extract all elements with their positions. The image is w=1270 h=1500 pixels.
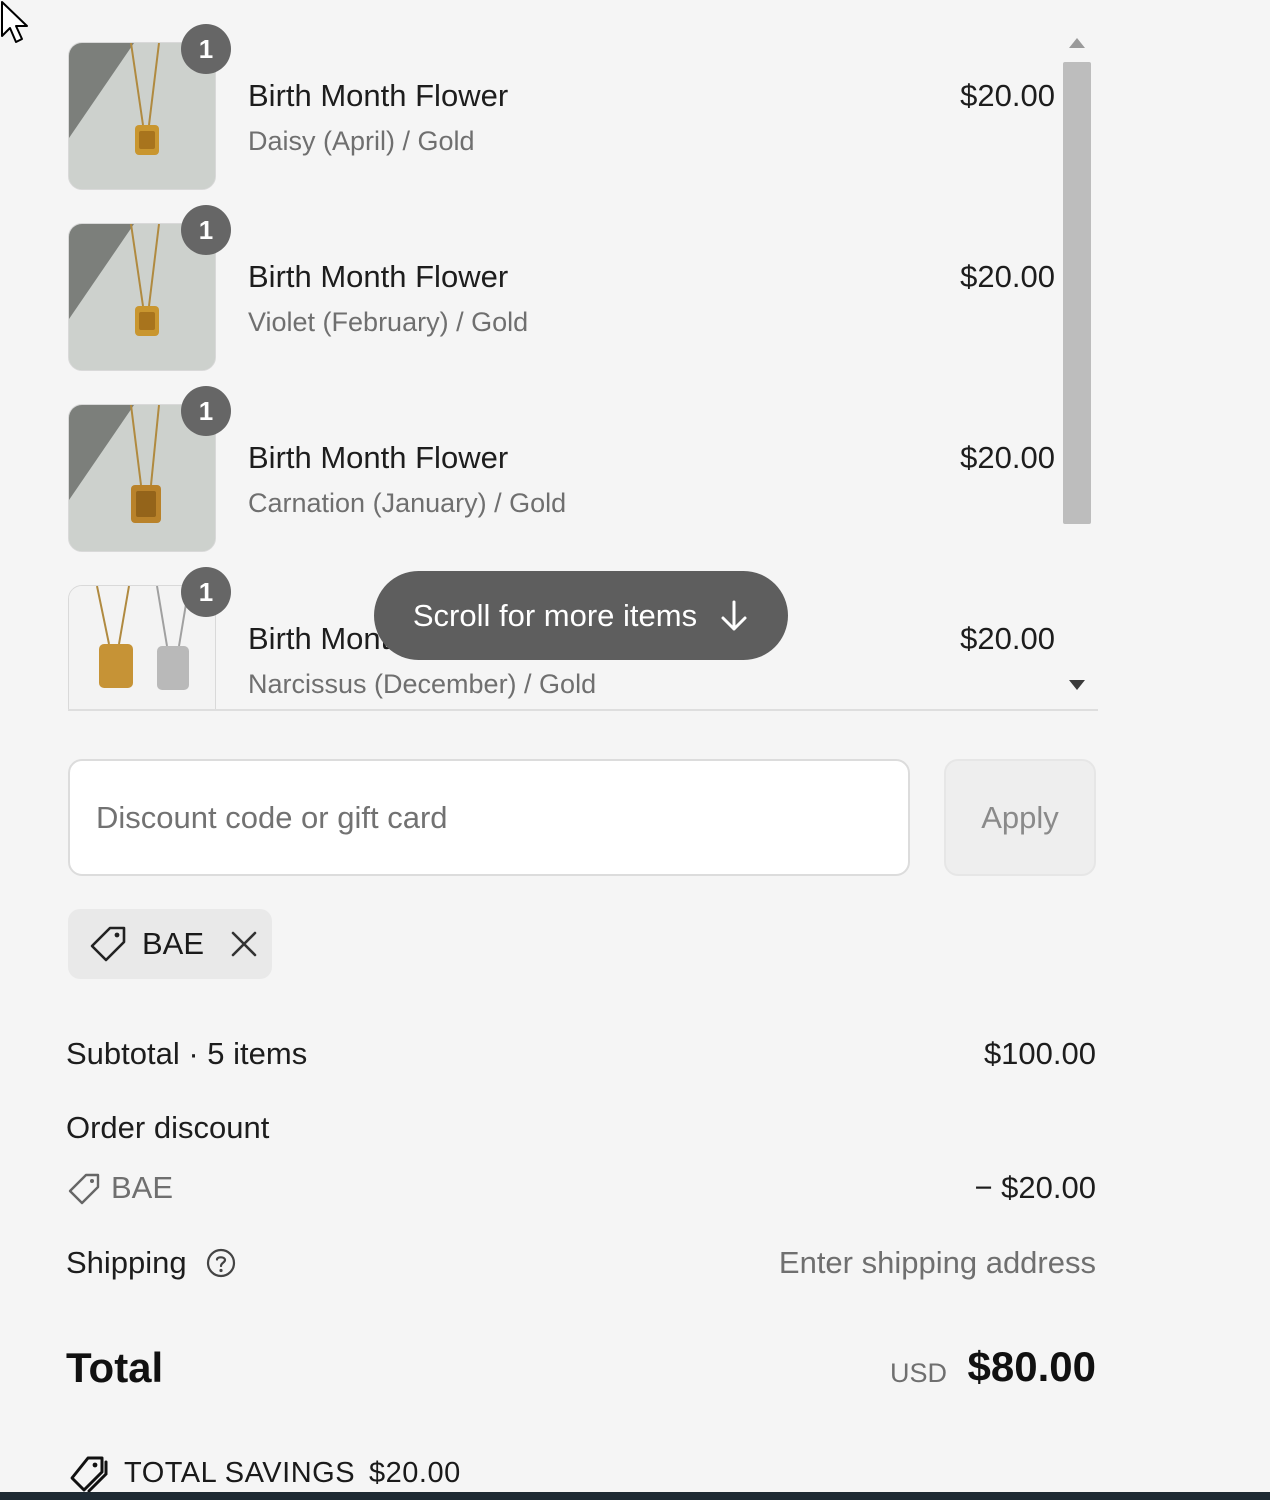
scroll-for-more-button[interactable]: Scroll for more items	[374, 571, 788, 660]
cart-item: 1 Birth Month Flower Carnation (January)…	[68, 386, 1058, 552]
savings-value: $20.00	[369, 1456, 461, 1489]
item-price: $20.00	[960, 259, 1055, 294]
item-variant: Violet (February) / Gold	[248, 307, 529, 337]
item-variant: Daisy (April) / Gold	[248, 126, 475, 156]
cart-item: 1 Birth Month Flower Violet (February) /…	[68, 205, 1058, 371]
arrow-down-icon	[721, 600, 747, 630]
close-icon[interactable]	[230, 930, 258, 958]
quantity-badge: 1	[181, 205, 231, 255]
discount-code-input[interactable]	[68, 759, 910, 876]
total-label: Total	[66, 1344, 164, 1391]
item-title: Birth Month Flower	[248, 259, 509, 294]
price-tag-icon	[68, 1173, 100, 1205]
quantity-badge: 1	[181, 567, 231, 617]
item-price: $20.00	[960, 621, 1055, 656]
quantity-badge: 1	[181, 386, 231, 436]
subtotal-value: $100.00	[983, 1036, 1096, 1071]
quantity-badge: 1	[181, 24, 231, 74]
savings-label: TOTAL SAVINGS	[124, 1456, 356, 1489]
apply-discount-button[interactable]: Apply	[944, 759, 1096, 876]
scroll-hint-label: Scroll for more items	[412, 597, 698, 633]
item-price: $20.00	[960, 440, 1055, 475]
scrollbar-thumb[interactable]	[1063, 62, 1091, 524]
total-value: $80.00	[967, 1343, 1096, 1390]
total-savings: TOTAL SAVINGS $20.00	[68, 1452, 461, 1494]
discount-value: − $20.00	[974, 1170, 1096, 1205]
item-title: Birth Month Flower	[248, 78, 509, 113]
question-circle-icon[interactable]	[205, 1247, 237, 1279]
discount-code-label: BAE	[111, 1170, 174, 1205]
savings-tags-icon	[70, 1456, 108, 1493]
items-scrollbar[interactable]	[1058, 24, 1096, 709]
shipping-value: Enter shipping address	[778, 1245, 1096, 1280]
scroll-down-arrow-icon[interactable]	[1069, 680, 1085, 690]
window-bottom-edge	[0, 1492, 1270, 1500]
order-discount-label: Order discount	[66, 1110, 270, 1145]
mouse-pointer-icon	[1, 1, 28, 43]
applied-code: BAE	[142, 926, 205, 961]
shipping-label: Shipping	[66, 1245, 187, 1280]
item-price: $20.00	[960, 78, 1055, 113]
item-variant: Carnation (January) / Gold	[248, 488, 567, 518]
cart-item: 1 Birth Month Flower Daisy (April) / Gol…	[68, 24, 1058, 190]
item-variant: Narcissus (December) / Gold	[248, 669, 597, 699]
item-title: Birth Month Flower	[248, 440, 509, 475]
subtotal-label: Subtotal · 5 items	[66, 1036, 308, 1071]
applied-discount-chip: BAE	[68, 909, 272, 979]
currency-label: USD	[889, 1358, 947, 1388]
price-tag-icon	[90, 926, 126, 962]
scroll-up-arrow-icon[interactable]	[1069, 38, 1085, 48]
